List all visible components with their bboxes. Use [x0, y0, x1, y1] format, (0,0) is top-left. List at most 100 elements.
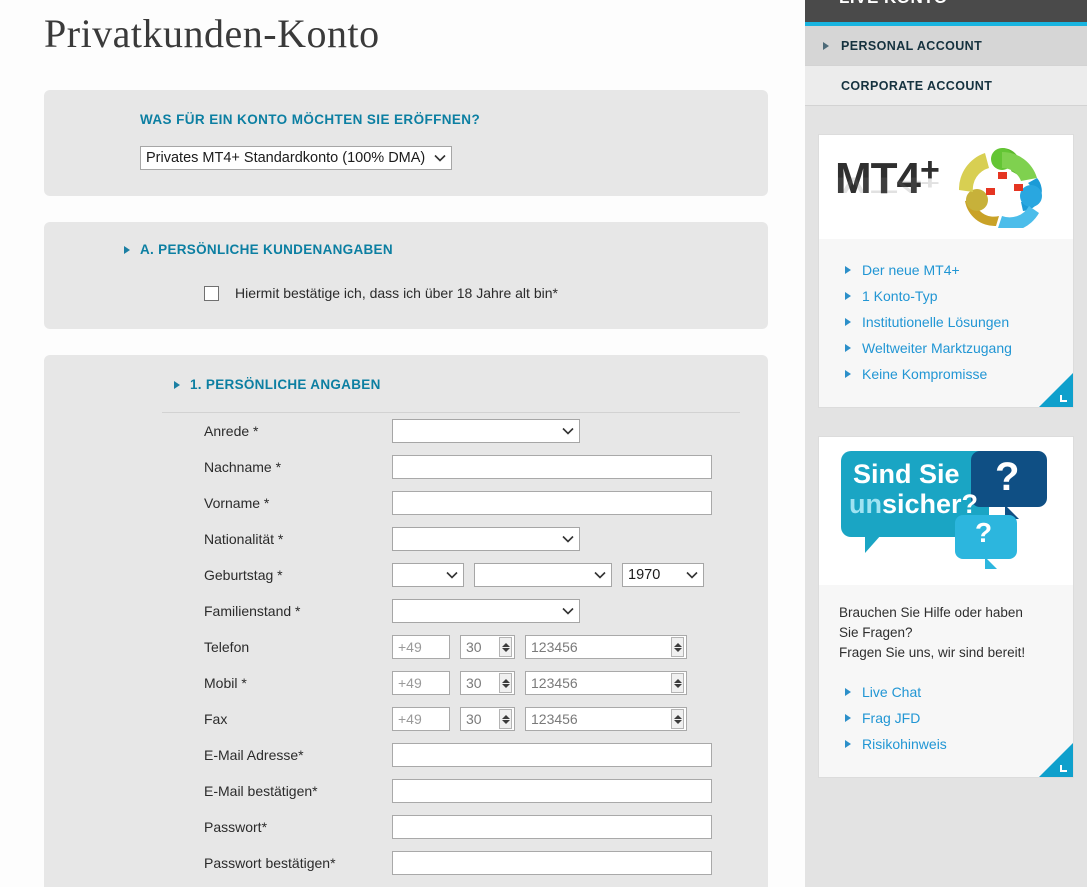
resize-corner-mark	[1060, 395, 1067, 402]
help-link-1[interactable]: Frag JFD	[819, 705, 1073, 731]
triangle-right-icon	[845, 266, 851, 274]
mt4-link-1-label: 1 Konto-Typ	[862, 288, 938, 304]
control-telefon	[392, 635, 687, 659]
resize-corner-icon[interactable]	[1039, 743, 1073, 777]
control-familienstand	[392, 599, 580, 623]
banner-line-1: Sind Sie	[853, 459, 960, 489]
mt4-link-2[interactable]: Institutionelle Lösungen	[819, 309, 1073, 335]
input-telefon-number[interactable]	[525, 635, 687, 659]
select-birth-year[interactable]: 1970	[622, 563, 704, 587]
page-title: Privatkunden-Konto	[44, 11, 380, 56]
control-passwort-bestatigen	[392, 851, 712, 875]
input-mobil-country[interactable]	[392, 671, 450, 695]
sidebar-tab-corporate-account-label: CORPORATE ACCOUNT	[841, 78, 993, 93]
input-mobil-area[interactable]	[460, 671, 515, 695]
account-type-value: Privates MT4+ Standardkonto (100% DMA)	[146, 150, 426, 166]
stepper-arrows-icon[interactable]	[671, 709, 684, 729]
select-familienstand-value	[393, 600, 579, 622]
select-birth-month[interactable]	[474, 563, 612, 587]
form-row-nationalitat: Nationalität *	[44, 521, 768, 557]
chevron-down-icon	[562, 528, 574, 550]
question-mark-icon-2: ?	[975, 517, 993, 548]
stepper-arrows-icon[interactable]	[671, 637, 684, 657]
mt4-link-0[interactable]: Der neue MT4+	[819, 257, 1073, 283]
control-fax	[392, 707, 687, 731]
input-fax-number-input[interactable]	[526, 708, 686, 730]
input-telefon-number-input[interactable]	[526, 636, 686, 658]
input-mobil-number[interactable]	[525, 671, 687, 695]
triangle-right-icon	[124, 245, 130, 254]
help-text-block: Brauchen Sie Hilfe oder haben Sie Fragen…	[819, 585, 1073, 667]
chevron-down-icon	[446, 564, 458, 586]
sidebar: LIVE KONTO PERSONAL ACCOUNT CORPORATE AC…	[805, 0, 1087, 887]
input-mobil-number-input[interactable]	[526, 672, 686, 694]
help-banner-image: Sind Sie unsicher? ? ?	[819, 437, 1073, 585]
stepper-arrows-icon[interactable]	[671, 673, 684, 693]
input-telefon-country[interactable]	[392, 635, 450, 659]
form-row-e-mail-adresse: E-Mail Adresse*	[44, 737, 768, 773]
account-type-select[interactable]: Privates MT4+ Standardkonto (100% DMA)	[140, 146, 452, 170]
control-passwort	[392, 815, 712, 839]
bubble-tail	[865, 535, 881, 553]
mt4-link-1[interactable]: 1 Konto-Typ	[819, 283, 1073, 309]
sidebar-tab-personal-account[interactable]: PERSONAL ACCOUNT	[805, 26, 1087, 66]
input-passwort[interactable]	[392, 815, 712, 839]
help-promo-card[interactable]: Sind Sie unsicher? ? ? Brauchen Sie Hilf…	[818, 436, 1074, 778]
form-row-e-mail-bestatigen: E-Mail bestätigen*	[44, 773, 768, 809]
input-fax-country[interactable]	[392, 707, 450, 731]
control-anrede	[392, 419, 580, 443]
help-link-list: Live Chat Frag JFD Risikohinweis	[819, 667, 1073, 777]
section-1-title: 1. PERSÖNLICHE ANGABEN	[190, 377, 381, 392]
label-passwort-bestatigen: Passwort bestätigen*	[204, 855, 336, 871]
input-e-mail-adresse[interactable]	[392, 743, 712, 767]
help-link-2-label: Risikohinweis	[862, 736, 947, 752]
help-text-line-3: Fragen Sie uns, wir sind bereit!	[839, 645, 1026, 660]
stepper-arrows-icon[interactable]	[499, 637, 512, 657]
resize-corner-icon[interactable]	[1039, 373, 1073, 407]
select-birth-day[interactable]	[392, 563, 464, 587]
input-nachname[interactable]	[392, 455, 712, 479]
mt4-promo-card[interactable]: MT4+ MT4+ Der neue MT4+ 1 Konto-Typ Inst…	[818, 134, 1074, 408]
mt4-banner-image: MT4+ MT4+	[819, 135, 1073, 239]
section-a-panel: A. PERSÖNLICHE KUNDENANGABEN Hiermit bes…	[44, 222, 768, 329]
input-vorname[interactable]	[392, 491, 712, 515]
section-a-header[interactable]: A. PERSÖNLICHE KUNDENANGABEN	[44, 242, 768, 257]
sidebar-header-title: LIVE KONTO	[839, 0, 948, 8]
stepper-arrows-icon[interactable]	[499, 709, 512, 729]
form-row-passwort: Passwort*	[44, 809, 768, 845]
input-telefon-area[interactable]	[460, 635, 515, 659]
select-familienstand[interactable]	[392, 599, 580, 623]
help-link-0[interactable]: Live Chat	[819, 679, 1073, 705]
select-birth-month-value	[475, 564, 611, 586]
triangle-right-icon	[845, 740, 851, 748]
form-row-geburtstag: Geburtstag * 1970	[44, 557, 768, 593]
input-e-mail-bestatigen[interactable]	[392, 779, 712, 803]
label-nachname: Nachname *	[204, 459, 282, 475]
triangle-right-icon	[845, 344, 851, 352]
input-passwort-bestatigen[interactable]	[392, 851, 712, 875]
select-nationalitat[interactable]	[392, 527, 580, 551]
chevron-down-icon	[686, 564, 698, 586]
help-link-2[interactable]: Risikohinweis	[819, 731, 1073, 757]
label-familienstand: Familienstand *	[204, 603, 301, 619]
mt4-link-4[interactable]: Keine Kompromisse	[819, 361, 1073, 387]
bubble-light-tail	[985, 557, 997, 569]
mt4-link-3-label: Weltweiter Marktzugang	[862, 340, 1012, 356]
help-link-0-label: Live Chat	[862, 684, 922, 700]
input-fax-number[interactable]	[525, 707, 687, 731]
section-1-header[interactable]: 1. PERSÖNLICHE ANGABEN	[44, 377, 768, 392]
main-content: Privatkunden-Konto WAS FÜR EIN KONTO MÖC…	[0, 0, 800, 887]
control-e-mail-adresse	[392, 743, 712, 767]
mt4-link-3[interactable]: Weltweiter Marktzugang	[819, 335, 1073, 361]
input-fax-area[interactable]	[460, 707, 515, 731]
select-anrede[interactable]	[392, 419, 580, 443]
chevron-down-icon	[594, 564, 606, 586]
triangle-right-icon	[845, 318, 851, 326]
form-row-vorname: Vorname *	[44, 485, 768, 521]
form-row-anrede: Anrede *	[44, 413, 768, 449]
age-confirm-checkbox[interactable]	[204, 285, 219, 301]
control-mobil	[392, 671, 687, 695]
stepper-arrows-icon[interactable]	[499, 673, 512, 693]
sidebar-tab-corporate-account[interactable]: CORPORATE ACCOUNT	[805, 66, 1087, 106]
help-text-line-1: Brauchen Sie Hilfe oder haben	[839, 605, 1023, 620]
